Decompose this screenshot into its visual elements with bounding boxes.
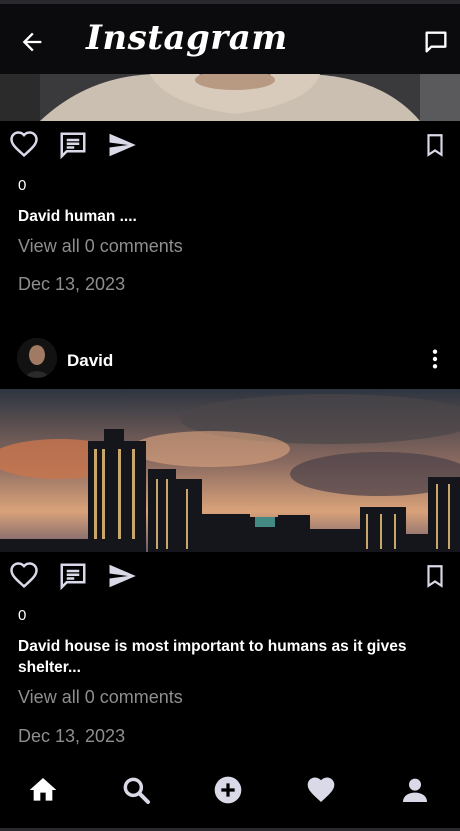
post-image[interactable] — [0, 389, 460, 552]
bookmark-icon[interactable] — [422, 130, 448, 160]
post-actions — [0, 561, 460, 595]
activity-heart-icon[interactable] — [305, 774, 337, 806]
bottom-navigation — [0, 764, 460, 831]
share-send-icon[interactable] — [107, 561, 137, 591]
post-actions — [0, 130, 460, 164]
comment-icon[interactable] — [58, 561, 88, 591]
post-header: David — [0, 336, 460, 386]
avatar[interactable] — [17, 338, 57, 378]
post-username[interactable]: David — [67, 351, 113, 371]
like-count: 0 — [18, 607, 27, 624]
share-send-icon[interactable] — [107, 130, 137, 160]
like-heart-icon[interactable] — [9, 561, 39, 591]
profile-icon[interactable] — [399, 774, 431, 806]
messages-icon[interactable] — [422, 28, 450, 56]
search-icon[interactable] — [120, 774, 152, 806]
comment-icon[interactable] — [58, 130, 88, 160]
bookmark-icon[interactable] — [422, 561, 448, 591]
like-count: 0 — [18, 177, 27, 194]
back-arrow-icon[interactable] — [18, 28, 46, 56]
add-post-icon[interactable] — [212, 774, 244, 806]
post-date: Dec 13, 2023 — [18, 274, 126, 294]
more-options-icon[interactable] — [424, 348, 446, 370]
top-bar: Instagram — [0, 0, 460, 74]
home-icon[interactable] — [27, 774, 59, 806]
post-caption: David house is most important to humans … — [18, 638, 407, 676]
post-image[interactable] — [0, 74, 460, 121]
view-comments-link[interactable]: View all 0 comments — [18, 687, 183, 708]
post-date: Dec 13, 2023 — [18, 726, 126, 746]
app-logo: Instagram — [86, 18, 288, 58]
like-heart-icon[interactable] — [9, 130, 39, 160]
view-comments-link[interactable]: View all 0 comments — [18, 236, 183, 257]
post-caption: David human .... — [18, 208, 137, 225]
